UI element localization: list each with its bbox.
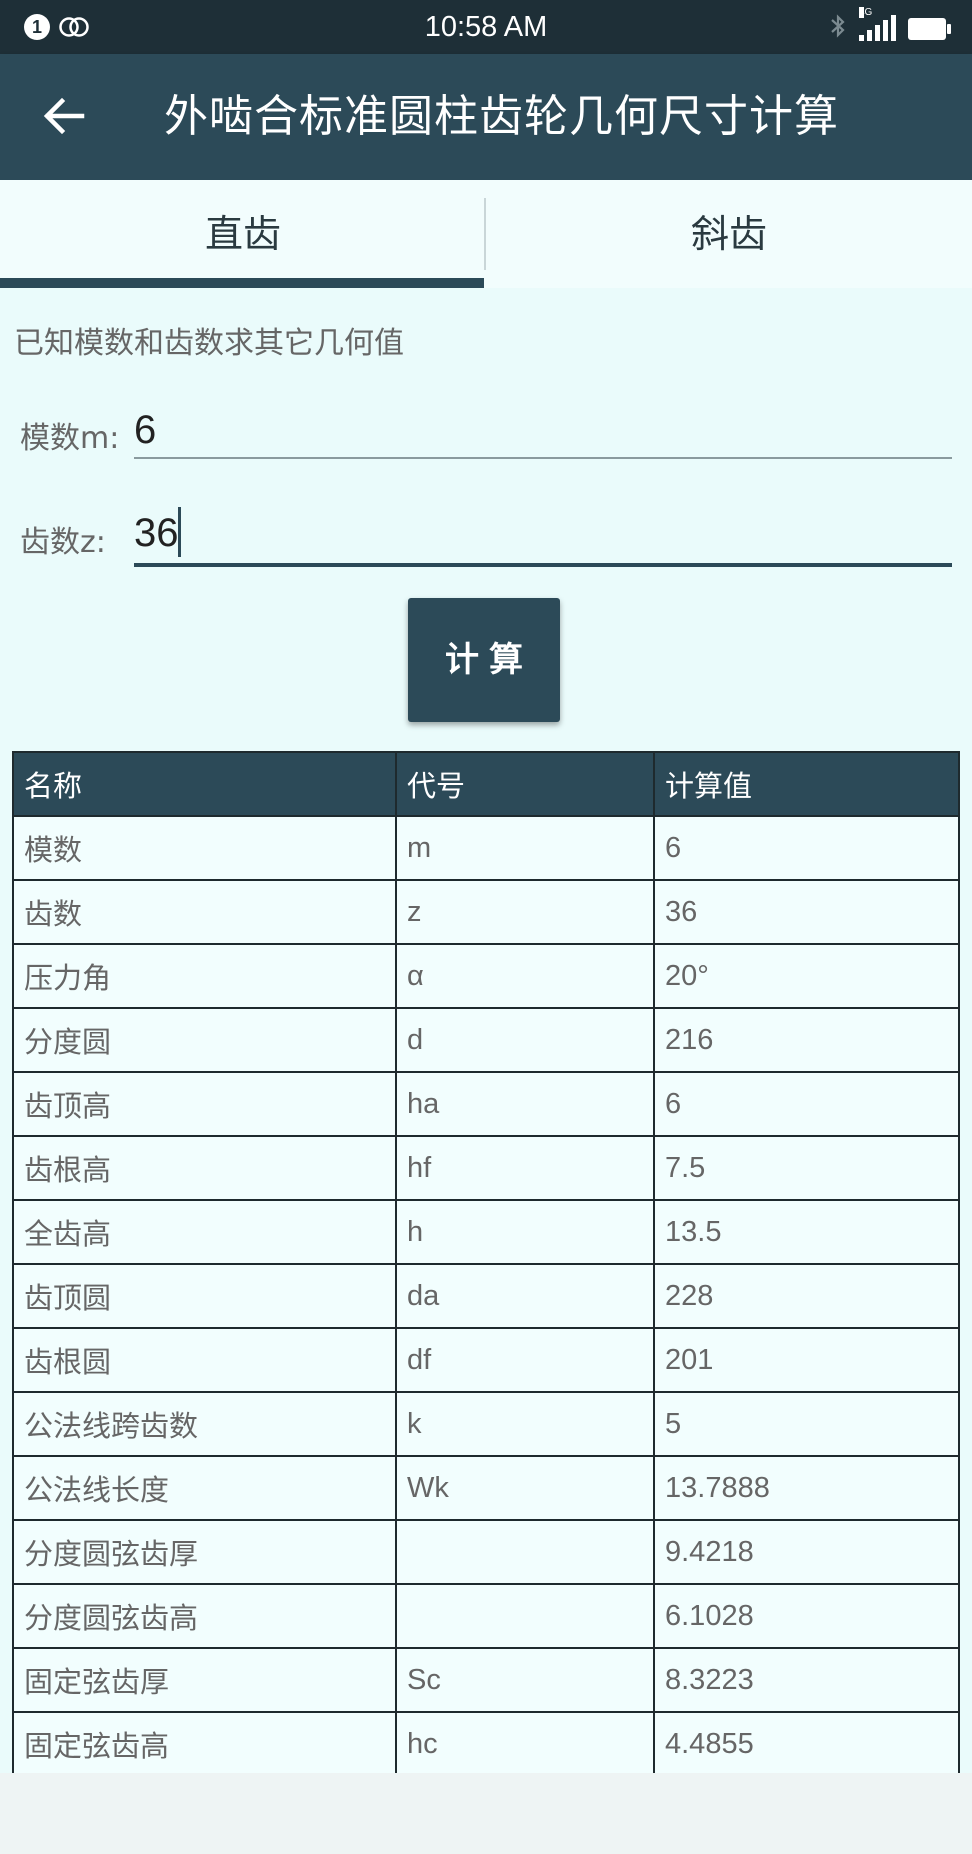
row-code: ha	[395, 1071, 655, 1137]
row-name: 分度圆弦齿高	[12, 1583, 397, 1649]
table-row: 压力角 α 20°	[12, 943, 960, 1009]
table-row: 模数 m 6	[12, 815, 960, 881]
row-name: 模数	[12, 815, 397, 881]
results-clip: 名称 代号 计算值 模数 m 6 齿数 z 36 压力角 α 20° 分度圆 d 216 齿顶高…	[0, 0, 972, 1773]
row-name: 齿顶高	[12, 1071, 397, 1137]
header-name: 名称	[12, 751, 397, 817]
row-code: d	[395, 1007, 655, 1073]
row-name: 固定弦齿高	[12, 1711, 397, 1773]
row-code: α	[395, 943, 655, 1009]
table-row: 分度圆弦齿厚 9.4218	[12, 1519, 960, 1585]
row-code: da	[395, 1263, 655, 1329]
row-value: 4.4855	[653, 1711, 960, 1773]
row-value: 6	[653, 815, 960, 881]
row-value: 20°	[653, 943, 960, 1009]
table-row: 固定弦齿高 hc 4.4855	[12, 1711, 960, 1773]
row-name: 固定弦齿厚	[12, 1647, 397, 1713]
table-header-row: 名称 代号 计算值	[12, 751, 960, 817]
table-row: 全齿高 h 13.5	[12, 1199, 960, 1265]
row-name: 压力角	[12, 943, 397, 1009]
row-name: 分度圆	[12, 1007, 397, 1073]
row-value: 201	[653, 1327, 960, 1393]
row-value: 8.3223	[653, 1647, 960, 1713]
row-value: 228	[653, 1263, 960, 1329]
row-name: 分度圆弦齿厚	[12, 1519, 397, 1585]
row-code: z	[395, 879, 655, 945]
row-name: 全齿高	[12, 1199, 397, 1265]
row-value: 216	[653, 1007, 960, 1073]
table-row: 公法线长度 Wk 13.7888	[12, 1455, 960, 1521]
row-value: 7.5	[653, 1135, 960, 1201]
row-value: 9.4218	[653, 1519, 960, 1585]
row-value: 5	[653, 1391, 960, 1457]
table-row: 齿根圆 df 201	[12, 1327, 960, 1393]
row-value: 36	[653, 879, 960, 945]
row-code: k	[395, 1391, 655, 1457]
header-code: 代号	[395, 751, 655, 817]
results-table: 名称 代号 计算值 模数 m 6 齿数 z 36 压力角 α 20° 分度圆 d 216 齿顶高…	[12, 751, 960, 1773]
table-row: 齿顶高 ha 6	[12, 1071, 960, 1137]
table-row: 齿顶圆 da 228	[12, 1263, 960, 1329]
row-name: 公法线跨齿数	[12, 1391, 397, 1457]
table-row: 分度圆弦齿高 6.1028	[12, 1583, 960, 1649]
row-name: 齿根圆	[12, 1327, 397, 1393]
row-code: Sc	[395, 1647, 655, 1713]
row-code	[395, 1583, 655, 1649]
row-code: hc	[395, 1711, 655, 1773]
row-name: 公法线长度	[12, 1455, 397, 1521]
row-name: 齿顶圆	[12, 1263, 397, 1329]
row-value: 6	[653, 1071, 960, 1137]
table-row: 齿根高 hf 7.5	[12, 1135, 960, 1201]
row-code: Wk	[395, 1455, 655, 1521]
row-value: 6.1028	[653, 1583, 960, 1649]
header-value: 计算值	[653, 751, 960, 817]
row-name: 齿根高	[12, 1135, 397, 1201]
row-value: 13.7888	[653, 1455, 960, 1521]
table-row: 公法线跨齿数 k 5	[12, 1391, 960, 1457]
row-code: h	[395, 1199, 655, 1265]
table-row: 齿数 z 36	[12, 879, 960, 945]
table-row: 固定弦齿厚 Sc 8.3223	[12, 1647, 960, 1713]
row-code: hf	[395, 1135, 655, 1201]
row-code	[395, 1519, 655, 1585]
row-value: 13.5	[653, 1199, 960, 1265]
row-code: df	[395, 1327, 655, 1393]
table-row: 分度圆 d 216	[12, 1007, 960, 1073]
bottom-blank-area	[0, 1773, 972, 1854]
row-name: 齿数	[12, 879, 397, 945]
row-code: m	[395, 815, 655, 881]
